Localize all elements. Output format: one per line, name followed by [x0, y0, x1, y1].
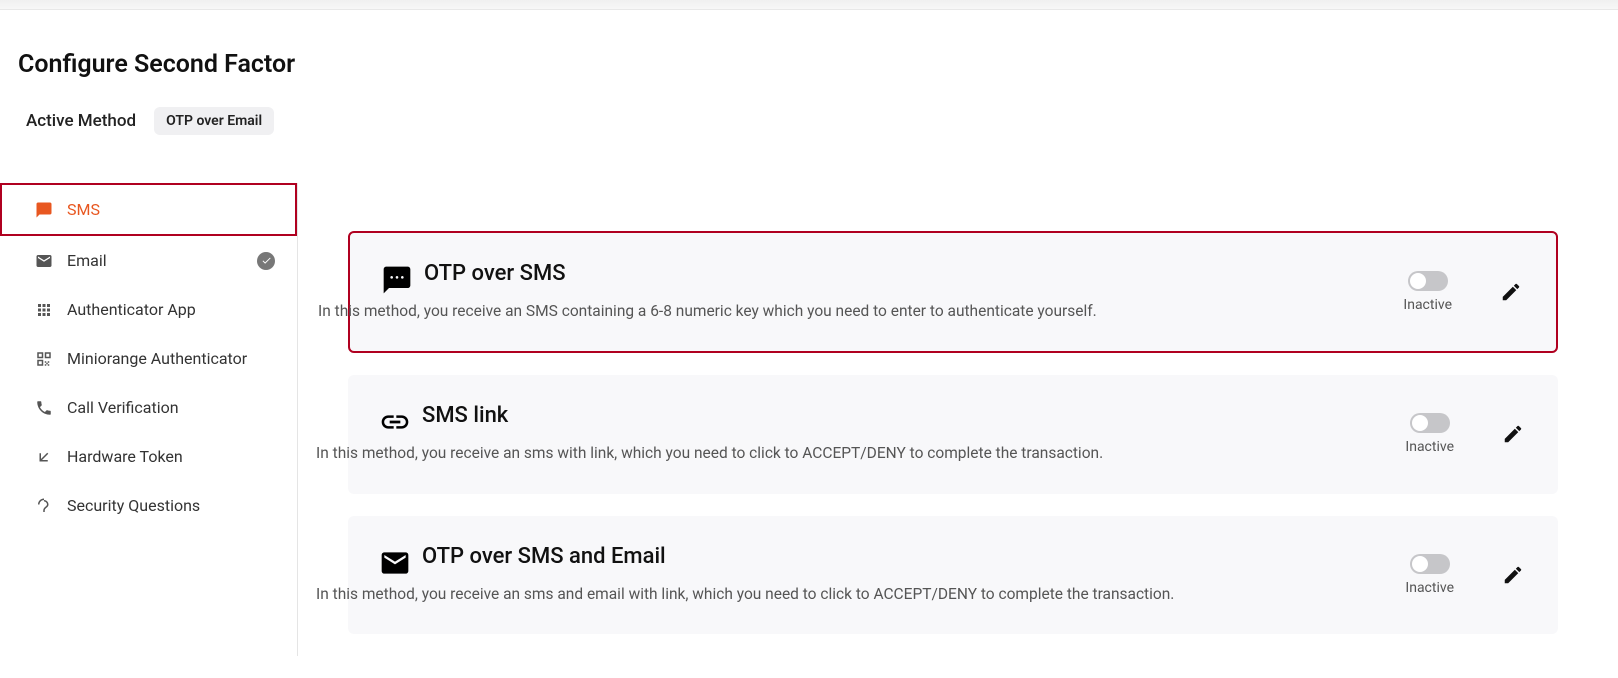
email-icon: [35, 252, 53, 270]
sidebar-item-email[interactable]: Email: [0, 236, 297, 285]
question-icon: [35, 497, 53, 515]
method-card-otp-over-sms-and-email: OTP over SMS and Email In this method, y…: [348, 516, 1558, 634]
sidebar-item-sms[interactable]: SMS: [0, 183, 297, 236]
toggle-status-label: Inactive: [1403, 297, 1452, 313]
toggle-status-label: Inactive: [1405, 580, 1454, 596]
chat-icon: [380, 263, 414, 297]
method-card-sms-link: SMS link In this method, you receive an …: [348, 375, 1558, 493]
sidebar-item-authenticator-app[interactable]: Authenticator App: [0, 285, 297, 334]
edit-button[interactable]: [1500, 281, 1522, 303]
card-description: In this method, you receive an sms and e…: [316, 583, 1377, 606]
sms-icon: [35, 201, 53, 219]
sidebar-item-security-questions[interactable]: Security Questions: [0, 481, 297, 530]
sidebar-item-call-verification[interactable]: Call Verification: [0, 383, 297, 432]
card-description: In this method, you receive an SMS conta…: [318, 300, 1375, 323]
card-title: SMS link: [422, 403, 508, 428]
sidebar-item-label: Hardware Token: [67, 447, 275, 466]
qr-icon: [35, 350, 53, 368]
sidebar-item-label: SMS: [67, 200, 273, 219]
edit-button[interactable]: [1502, 564, 1524, 586]
sidebar-item-hardware-token[interactable]: Hardware Token: [0, 432, 297, 481]
top-divider: [0, 0, 1618, 10]
sidebar-item-label: Call Verification: [67, 398, 275, 417]
sidebar-item-label: Authenticator App: [67, 300, 275, 319]
active-method-label: Active Method: [26, 111, 136, 131]
main-content: OTP over SMS In this method, you receive…: [298, 183, 1618, 656]
sidebar-item-label: Email: [67, 251, 243, 270]
header: Configure Second Factor Active Method OT…: [0, 10, 1618, 135]
card-title: OTP over SMS and Email: [422, 544, 666, 569]
link-icon: [378, 405, 412, 439]
token-icon: [35, 448, 53, 466]
grid-icon: [35, 301, 53, 319]
mail-icon: [378, 546, 412, 580]
sidebar-item-label: Security Questions: [67, 496, 275, 515]
active-method-badge: OTP over Email: [154, 107, 274, 135]
active-method-row: Active Method OTP over Email: [18, 107, 1618, 135]
toggle-status-label: Inactive: [1405, 439, 1454, 455]
toggle-otp-over-sms-and-email[interactable]: [1410, 554, 1450, 574]
sidebar-item-miniorange-authenticator[interactable]: Miniorange Authenticator: [0, 334, 297, 383]
sidebar-item-label: Miniorange Authenticator: [67, 349, 275, 368]
page-title: Configure Second Factor: [18, 50, 1618, 79]
toggle-sms-link[interactable]: [1410, 413, 1450, 433]
sidebar: SMS Email Authenticator App Miniorange A…: [0, 183, 298, 656]
check-icon: [257, 252, 275, 270]
toggle-otp-over-sms[interactable]: [1408, 271, 1448, 291]
card-title: OTP over SMS: [424, 261, 566, 286]
method-card-otp-over-sms: OTP over SMS In this method, you receive…: [348, 231, 1558, 353]
edit-button[interactable]: [1502, 423, 1524, 445]
card-description: In this method, you receive an sms with …: [316, 442, 1377, 465]
phone-icon: [35, 399, 53, 417]
